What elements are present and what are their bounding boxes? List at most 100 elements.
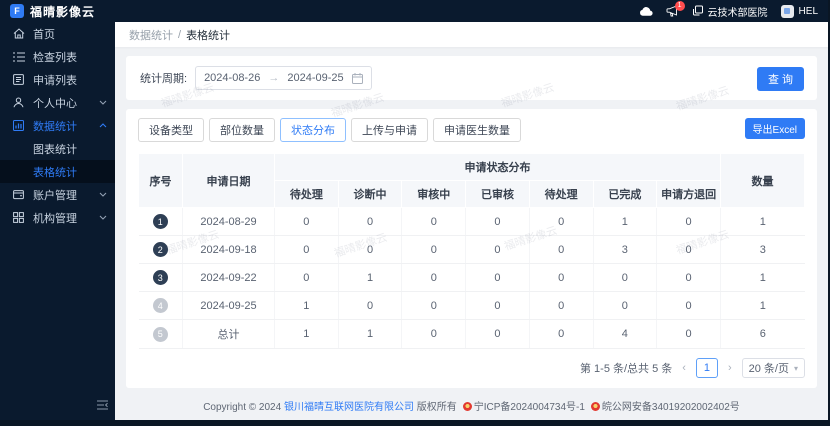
list-icon <box>13 51 26 62</box>
chevron-right-icon[interactable]: › <box>726 362 734 374</box>
sidebar-item-apply-list[interactable]: 申请列表 <box>0 68 115 91</box>
cell-status-0: 0 <box>274 207 339 236</box>
org-switcher[interactable]: 云技术部医院 <box>692 4 768 19</box>
cell-count: 1 <box>720 207 805 236</box>
sidebar-item-data-statistics[interactable]: 数据统计 <box>0 114 115 137</box>
col-header-status-1: 诊断中 <box>337 180 403 208</box>
date-range-label: 统计周期: <box>140 73 188 85</box>
col-header-count: 数量 <box>720 153 805 208</box>
breadcrumb-parent[interactable]: 数据统计 <box>129 27 173 43</box>
top-bar: F 福晴影像云 1 云技术部医院 HEL <box>0 0 828 22</box>
cloud-icon[interactable] <box>639 6 653 17</box>
chevron-left-icon[interactable]: ‹ <box>680 362 688 374</box>
breadcrumb: 数据统计 / 表格统计 <box>115 22 828 47</box>
cell-status-0: 1 <box>274 319 339 349</box>
sidebar-item-label: 图表统计 <box>33 143 77 156</box>
page-number-button[interactable]: 1 <box>695 358 718 378</box>
row-index-badge: 2 <box>152 242 168 257</box>
announcement-icon[interactable]: 1 <box>666 1 685 17</box>
export-excel-button[interactable]: 导出Excel <box>744 118 805 139</box>
statistics-tabs: 设备类型 部位数量 状态分布 上传与申请 申请医生数量 <box>138 118 805 142</box>
cell-status-2: 0 <box>401 291 467 320</box>
query-button[interactable]: 查 询 <box>756 67 804 91</box>
pagination: 第 1-5 条/总共 5 条 ‹ 1 › 20 条/页 ▾ <box>138 358 805 378</box>
table-row: 1 2024-08-29 0 0 0 0 0 1 0 1 <box>138 207 805 236</box>
sidebar-item-label: 检查列表 <box>33 51 77 64</box>
tab-status-distribution[interactable]: 状态分布 <box>280 118 346 142</box>
chevron-down-icon <box>99 100 107 105</box>
footer: Copyright © 2024 银川福晴互联网医院有限公司 版权所有 宁ICP备… <box>115 398 828 413</box>
row-index-badge: 1 <box>152 214 168 229</box>
footer-icp: 宁ICP备2024004734号-1 <box>473 402 585 413</box>
table-row: 4 2024-09-25 1 0 0 0 0 0 0 1 <box>138 291 805 320</box>
row-index-badge: 4 <box>152 298 168 313</box>
app-title: 福晴影像云 <box>30 4 96 19</box>
cell-status-1: 0 <box>338 207 403 236</box>
tab-part-count[interactable]: 部位数量 <box>209 118 275 142</box>
sidebar-item-chart-statistics[interactable]: 图表统计 <box>0 137 115 160</box>
chart-icon <box>13 120 26 131</box>
start-date: 2024-08-26 <box>204 72 261 84</box>
footer-company-link[interactable]: 银川福晴互联网医院有限公司 <box>284 402 414 413</box>
pagination-summary: 第 1-5 条/总共 5 条 <box>579 363 673 375</box>
chevron-down-icon: ▾ <box>793 363 798 373</box>
menu-fold-icon[interactable] <box>97 397 108 415</box>
sidebar-item-org-management[interactable]: 机构管理 <box>0 206 115 229</box>
user-menu[interactable]: HEL <box>780 4 818 18</box>
cell-status-0: 0 <box>274 263 339 292</box>
cell-status-2: 0 <box>401 263 467 292</box>
cell-status-2: 0 <box>401 235 467 264</box>
sidebar-item-account-management[interactable]: 账户管理 <box>0 183 115 206</box>
footer-copyright: Copyright © 2024 <box>203 402 284 413</box>
cell-status-2: 0 <box>401 207 467 236</box>
cell-status-3: 0 <box>465 291 530 320</box>
tab-device-type[interactable]: 设备类型 <box>138 118 204 142</box>
sidebar-item-exam-list[interactable]: 检查列表 <box>0 45 115 68</box>
notification-badge: 1 <box>674 1 685 11</box>
chevron-up-icon <box>99 123 107 128</box>
tab-upload-apply[interactable]: 上传与申请 <box>351 118 428 142</box>
tab-apply-doctor-count[interactable]: 申请医生数量 <box>433 118 521 142</box>
wallet-icon <box>13 189 26 200</box>
cell-status-0: 0 <box>274 235 339 264</box>
grid-icon <box>13 212 26 223</box>
cell-status-2: 0 <box>401 319 467 349</box>
sidebar-item-home[interactable]: 首页 <box>0 22 115 45</box>
cell-status-3: 0 <box>465 263 530 292</box>
col-header-date: 申请日期 <box>182 153 275 208</box>
sidebar-item-personal-center[interactable]: 个人中心 <box>0 91 115 114</box>
switch-org-icon <box>692 5 703 16</box>
col-header-status-3: 已审核 <box>465 180 530 208</box>
col-header-status-group: 申请状态分布 <box>274 153 721 181</box>
app-window: F 福晴影像云 1 云技术部医院 HEL 首页 检查列表 申请列表 个人中心 数据统计图… <box>0 0 828 420</box>
sidebar-item-table-statistics[interactable]: 表格统计 <box>0 160 115 183</box>
cell-status-6: 0 <box>656 319 721 349</box>
org-name: 云技术部医院 <box>707 7 768 19</box>
date-range-picker[interactable]: 2024-08-26 → 2024-09-25 <box>195 66 372 90</box>
cell-status-1: 1 <box>338 263 403 292</box>
sidebar-item-label: 首页 <box>33 28 55 41</box>
cell-status-6: 0 <box>656 235 721 264</box>
row-index-badge: 5 <box>152 326 168 342</box>
col-header-status-4: 待处理 <box>528 180 594 208</box>
statistics-table: 序号 申请日期 申请状态分布 数量 待处理 诊断中 审核中 已审核 待处理 已完成 申请方退… <box>138 153 805 349</box>
col-header-status-2: 审核中 <box>401 180 467 208</box>
emblem-icon <box>462 402 472 411</box>
chevron-down-icon <box>99 192 107 197</box>
end-date: 2024-09-25 <box>287 72 344 84</box>
cell-status-5: 4 <box>593 319 658 349</box>
cell-status-4: 0 <box>529 319 594 349</box>
cell-status-4: 0 <box>529 207 594 236</box>
page-size-select[interactable]: 20 条/页 ▾ <box>741 358 805 378</box>
date-range-arrow: → <box>268 72 280 84</box>
user-name: HEL <box>798 5 818 17</box>
cell-status-3: 0 <box>465 235 530 264</box>
table-row: 3 2024-09-22 0 1 0 0 0 0 0 1 <box>138 263 805 292</box>
cell-count: 1 <box>720 291 805 320</box>
cell-status-5: 3 <box>593 235 658 264</box>
cell-status-1: 0 <box>338 291 403 320</box>
breadcrumb-current: 表格统计 <box>186 29 231 42</box>
cell-date: 2024-08-29 <box>182 207 275 236</box>
document-icon <box>13 74 26 85</box>
sidebar-item-label: 账户管理 <box>33 189 77 202</box>
